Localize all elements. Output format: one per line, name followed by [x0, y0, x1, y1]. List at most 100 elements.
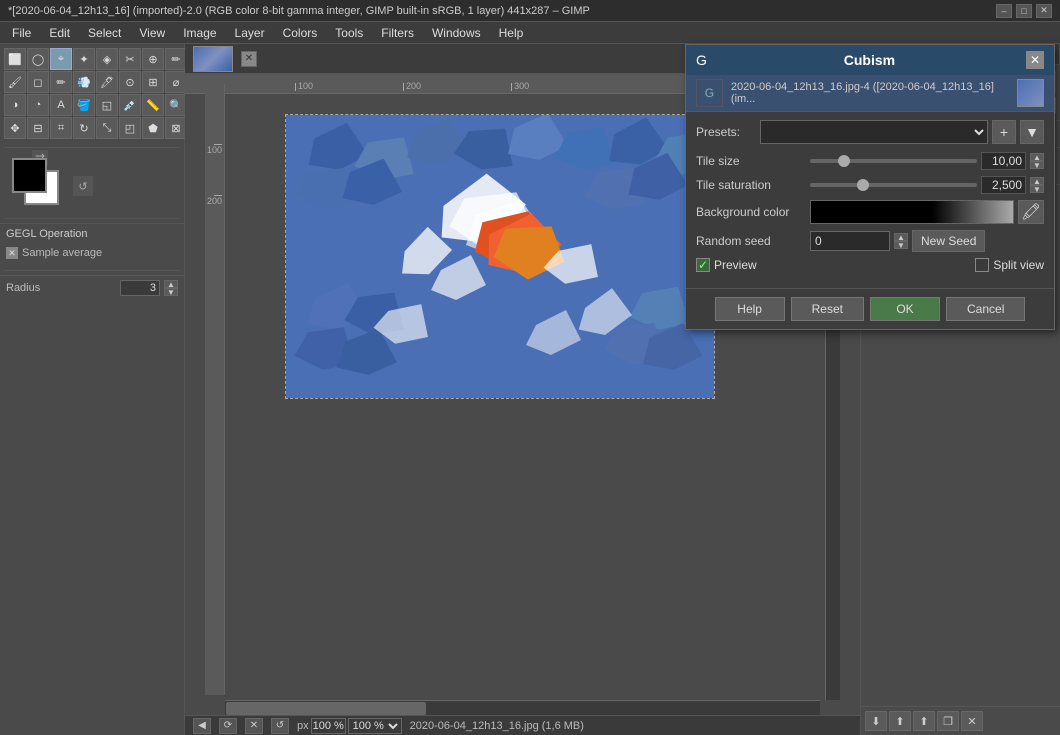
presets-select[interactable]	[760, 120, 988, 144]
foreground-color-swatch[interactable]	[12, 158, 47, 193]
tool-dodge-burn[interactable]: ◑	[4, 94, 26, 116]
menu-layer[interactable]: Layer	[227, 24, 273, 42]
menu-help[interactable]: Help	[491, 24, 532, 42]
status-next-button[interactable]: ⟳	[219, 718, 237, 734]
tool-zoom[interactable]: 🔍	[165, 94, 187, 116]
menu-file[interactable]: File	[4, 24, 39, 42]
preview-row: ✓ Preview	[696, 258, 757, 272]
tool-clone[interactable]: ⊞	[142, 71, 164, 93]
lower-layer-button[interactable]: ⬆	[913, 711, 935, 731]
tile-size-value[interactable]: 10,00	[981, 152, 1026, 170]
presets-row: Presets: + ▼	[696, 120, 1044, 144]
tool-move[interactable]: ✥	[4, 117, 26, 139]
dialog-gimp-logo: G	[696, 79, 723, 107]
tile-saturation-slider[interactable]	[810, 183, 977, 187]
horizontal-scrollbar[interactable]	[225, 700, 820, 715]
presets-add-button[interactable]: +	[992, 120, 1016, 144]
bg-color-picker-button[interactable]: 🖍	[1018, 200, 1044, 224]
tool-heal[interactable]: ⊙	[119, 71, 141, 93]
dialog-footer: Help Reset OK Cancel	[686, 288, 1054, 329]
menu-windows[interactable]: Windows	[424, 24, 489, 42]
ok-button[interactable]: OK	[870, 297, 940, 321]
split-view-checkbox[interactable]	[975, 258, 989, 272]
tool-bucket-fill[interactable]: 🪣	[73, 94, 95, 116]
menu-colors[interactable]: Colors	[275, 24, 326, 42]
seed-down-arrow[interactable]: ▼	[894, 241, 908, 249]
tool-pencil[interactable]: ✏	[50, 71, 72, 93]
tool-paintbrush[interactable]: 🖌	[4, 71, 26, 93]
tool-scale[interactable]: ⤡	[96, 117, 118, 139]
random-seed-input[interactable]: 0	[810, 231, 890, 251]
menu-edit[interactable]: Edit	[41, 24, 78, 42]
canvas-image	[285, 114, 715, 399]
tile-saturation-row: Tile saturation 2,500 ▲ ▼	[696, 176, 1044, 194]
radius-input[interactable]	[120, 280, 160, 296]
tool-text[interactable]: A	[50, 94, 72, 116]
maximize-button[interactable]: □	[1016, 4, 1032, 18]
tool-airbrush[interactable]: 💨	[73, 71, 95, 93]
status-cancel-button[interactable]: ✕	[245, 718, 263, 734]
tool-eraser[interactable]: ◻	[27, 71, 49, 93]
tool-measure[interactable]: 📏	[142, 94, 164, 116]
menu-tools[interactable]: Tools	[327, 24, 371, 42]
reset-colors-button[interactable]: ↺	[73, 176, 93, 196]
menu-image[interactable]: Image	[175, 24, 224, 42]
tool-align[interactable]: ⊟	[27, 117, 49, 139]
tool-scissors[interactable]: ✂	[119, 48, 141, 70]
zoom-input[interactable]	[311, 718, 346, 734]
status-prev-button[interactable]: ◀	[193, 718, 211, 734]
tool-ellipse-select[interactable]: ◯	[27, 48, 49, 70]
bg-color-swatch[interactable]	[810, 200, 1014, 224]
help-button[interactable]: Help	[715, 297, 785, 321]
tool-blur-sharpen[interactable]: ◔	[27, 94, 49, 116]
gegl-close-button[interactable]: ✕	[6, 247, 18, 259]
cubism-dialog: G Cubism ✕ G 2020-06-04_12h13_16.jpg-4 (…	[685, 44, 1055, 330]
gegl-sample-row: ✕ Sample average	[6, 247, 178, 259]
tile-size-row: Tile size 10,00 ▲ ▼	[696, 152, 1044, 170]
tool-foreground-select[interactable]: ⊕	[142, 48, 164, 70]
title-bar: *[2020-06-04_12h13_16] (imported)-2.0 (R…	[0, 0, 1060, 22]
tool-ink[interactable]: 🖊	[96, 71, 118, 93]
new-seed-button[interactable]: New Seed	[912, 230, 985, 252]
menu-filters[interactable]: Filters	[373, 24, 422, 42]
duplicate-layer-button[interactable]: ❒	[937, 711, 959, 731]
radius-down-arrow[interactable]: ▼	[164, 288, 178, 296]
menu-view[interactable]: View	[131, 24, 173, 42]
tool-transform[interactable]: ⊠	[165, 117, 187, 139]
dialog-close-button[interactable]: ✕	[1026, 51, 1044, 69]
presets-label: Presets:	[696, 125, 756, 139]
close-button[interactable]: ✕	[1036, 4, 1052, 18]
tile-size-down-arrow[interactable]: ▼	[1030, 161, 1044, 169]
cancel-button[interactable]: Cancel	[946, 297, 1025, 321]
new-layer-button[interactable]: ⬇	[865, 711, 887, 731]
horizontal-scroll-thumb[interactable]	[226, 702, 426, 715]
toolbox-separator-3	[4, 270, 180, 271]
tile-saturation-down-arrow[interactable]: ▼	[1030, 185, 1044, 193]
tool-smudge[interactable]: ⌀	[165, 71, 187, 93]
delete-layer-button[interactable]: ✕	[961, 711, 983, 731]
menu-select[interactable]: Select	[80, 24, 129, 42]
minimize-button[interactable]: –	[996, 4, 1012, 18]
tool-perspective[interactable]: ⬟	[142, 117, 164, 139]
tile-saturation-value[interactable]: 2,500	[981, 176, 1026, 194]
tool-crop[interactable]: ⌗	[50, 117, 72, 139]
tool-select-by-color[interactable]: ◈	[96, 48, 118, 70]
tool-fuzzy-select[interactable]: ✦	[73, 48, 95, 70]
zoom-select[interactable]: 100 % 50 % 200 %	[348, 718, 402, 734]
reset-button[interactable]: Reset	[791, 297, 864, 321]
bg-color-row: Background color 🖍	[696, 200, 1044, 224]
tool-color-picker[interactable]: 💉	[119, 94, 141, 116]
tool-rotate[interactable]: ↻	[73, 117, 95, 139]
tile-size-slider[interactable]	[810, 159, 977, 163]
tool-free-select[interactable]: ⌖	[50, 48, 72, 70]
raise-layer-button[interactable]: ⬆	[889, 711, 911, 731]
status-refresh-button[interactable]: ↺	[271, 718, 289, 734]
presets-menu-button[interactable]: ▼	[1020, 120, 1044, 144]
radius-row: Radius ▲ ▼	[6, 280, 178, 296]
preview-checkbox[interactable]: ✓	[696, 258, 710, 272]
tool-rectangle-select[interactable]: ⬜	[4, 48, 26, 70]
tool-blend[interactable]: ◱	[96, 94, 118, 116]
tool-paths[interactable]: ✏	[165, 48, 187, 70]
zoom-box: px 100 % 50 % 200 %	[297, 718, 402, 734]
tool-shear[interactable]: ◰	[119, 117, 141, 139]
